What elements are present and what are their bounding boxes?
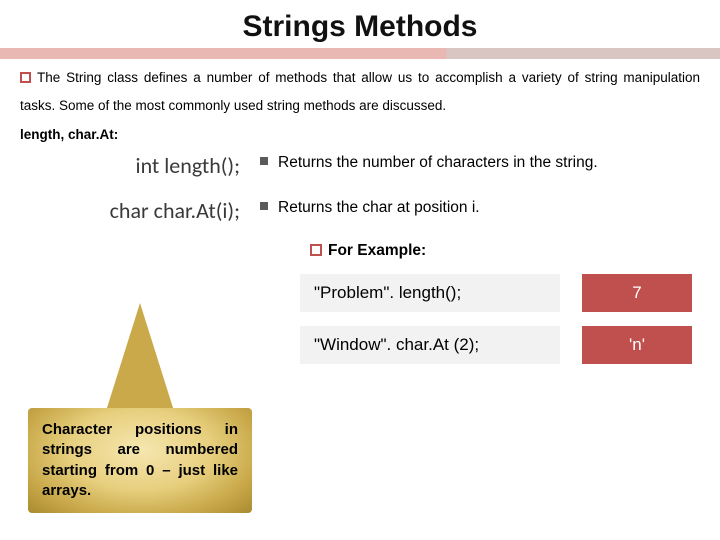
method-description: Returns the number of characters in the … (260, 152, 700, 172)
intro-text: The String class defines a number of met… (20, 70, 700, 113)
method-row: char char.At(i); Returns the char at pos… (20, 197, 700, 224)
subheading: length, char.At: (20, 127, 700, 142)
solid-square-bullet-icon (260, 202, 268, 210)
callout: Character positions in strings are numbe… (28, 378, 252, 528)
hollow-square-bullet-icon (310, 244, 322, 256)
example-row: "Window". char.At (2); 'n' (300, 326, 700, 364)
callout-pointer-icon (106, 303, 174, 411)
title-area: Strings Methods (0, 0, 720, 44)
example-call: "Problem". length(); (300, 274, 560, 312)
solid-square-bullet-icon (260, 157, 268, 165)
method-row: int length(); Returns the number of char… (20, 152, 700, 179)
example-result: 7 (582, 274, 692, 312)
example-result: 'n' (582, 326, 692, 364)
methods-block: int length(); Returns the number of char… (20, 152, 700, 224)
method-signature: char char.At(i); (20, 197, 260, 224)
hollow-square-bullet-icon (20, 72, 31, 83)
slide-title: Strings Methods (242, 10, 477, 44)
callout-box: Character positions in strings are numbe… (28, 408, 252, 513)
intro-paragraph: The String class defines a number of met… (20, 64, 700, 121)
method-description: Returns the char at position i. (260, 197, 700, 217)
method-desc-text: Returns the number of characters in the … (278, 154, 598, 171)
example-row: "Problem". length(); 7 (300, 274, 700, 312)
method-signature: int length(); (20, 152, 260, 179)
method-desc-text: Returns the char at position i. (278, 199, 480, 216)
example-call: "Window". char.At (2); (300, 326, 560, 364)
example-label: For Example: (310, 242, 700, 260)
example-label-text: For Example: (328, 242, 426, 259)
